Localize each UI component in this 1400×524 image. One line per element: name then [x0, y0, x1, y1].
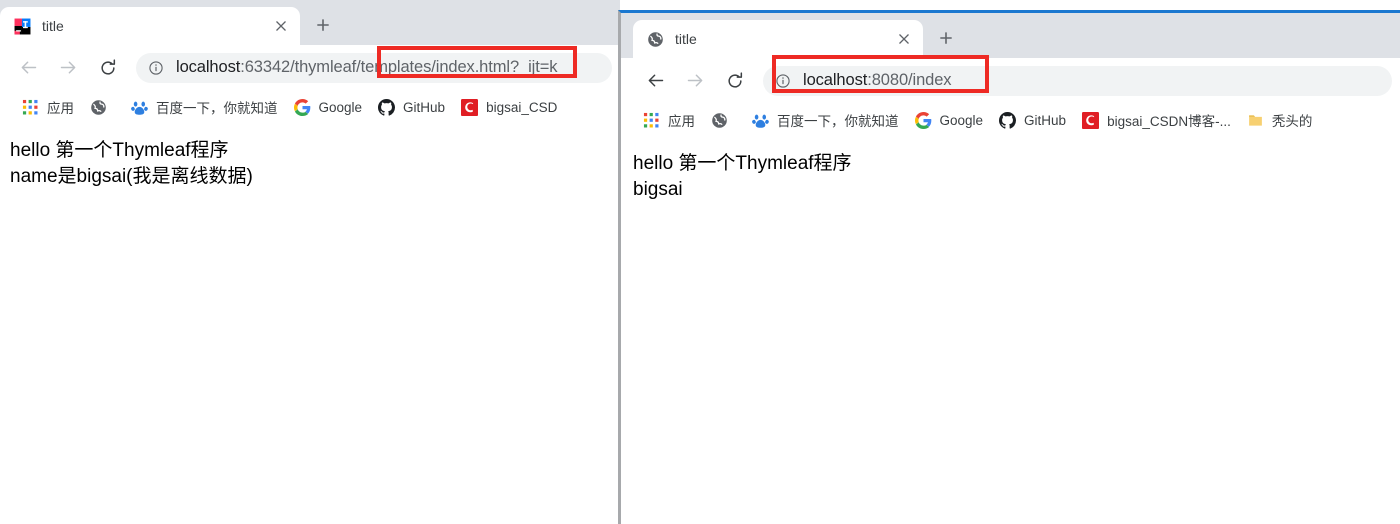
address-bar-left[interactable]: localhost:63342/thymleaf/templates/index…: [136, 52, 612, 83]
bookmarks-bar-left: 应用 百度一下，你就知道 Google GitHub bigsai_CSD: [0, 90, 620, 124]
bookmark-apps[interactable]: 应用: [14, 94, 82, 120]
bookmark-globe[interactable]: [703, 107, 744, 133]
reload-button[interactable]: [719, 65, 751, 97]
browser-window-right: title localhost:8080/index 应用 百度一下，你就知道 …: [618, 10, 1400, 524]
url-path-right: :8080/index: [867, 71, 952, 89]
page-line-2: name是bigsai(我是离线数据): [10, 166, 253, 187]
reload-icon: [101, 58, 116, 75]
bookmark-google[interactable]: Google: [286, 94, 371, 120]
toolbar-left: localhost:63342/thymleaf/templates/index…: [0, 45, 620, 90]
url-host-right: localhost: [803, 71, 868, 89]
url-host-left: localhost: [176, 58, 241, 76]
browser-window-left: title localhost:63342/thymleaf/templates…: [0, 0, 620, 524]
reload-button[interactable]: [92, 52, 124, 84]
plus-icon: [317, 19, 329, 31]
url-text-left: localhost:63342/thymleaf/templates/index…: [176, 58, 558, 77]
baidu-icon: [752, 112, 769, 129]
reload-icon: [728, 71, 743, 88]
bookmark-label: Google: [939, 112, 984, 128]
globe-icon: [647, 31, 664, 48]
info-circle-icon[interactable]: [146, 58, 166, 78]
csdn-icon: [461, 98, 479, 116]
bookmark-label: Google: [318, 99, 363, 115]
bookmark-google[interactable]: Google: [907, 107, 992, 133]
bookmark-label: 百度一下，你就知道: [777, 114, 899, 129]
bookmark-baidu[interactable]: 百度一下，你就知道: [123, 94, 286, 120]
page-content-right: hello 第一个Thymleaf程序 bigsai: [621, 137, 1400, 517]
forward-arrow-icon: [60, 61, 75, 74]
close-icon[interactable]: [268, 13, 294, 39]
forward-button[interactable]: [52, 52, 84, 84]
baidu-icon: [131, 99, 148, 116]
bookmark-label: 百度一下，你就知道: [156, 101, 278, 116]
toolbar-right: localhost:8080/index: [621, 58, 1400, 103]
tab-right-title[interactable]: title: [633, 20, 923, 58]
csdn-icon: [1082, 111, 1100, 129]
info-circle-icon[interactable]: [773, 71, 793, 91]
bookmarks-bar-right: 应用 百度一下，你就知道 Google GitHub bigsai_CSDN博客…: [621, 103, 1400, 137]
back-arrow-icon: [648, 74, 663, 87]
forward-arrow-icon: [687, 74, 702, 87]
bookmark-label: 秃头的: [1271, 114, 1313, 129]
bookmark-csdn[interactable]: bigsai_CSD: [453, 94, 565, 120]
url-path-left: :63342/thymleaf/templates/index.html?_ij…: [240, 58, 558, 76]
bookmark-globe[interactable]: [82, 94, 123, 120]
bookmark-label: bigsai_CSD: [486, 99, 558, 115]
url-text-right: localhost:8080/index: [803, 71, 952, 90]
bookmark-label: 应用: [47, 101, 74, 116]
new-tab-button[interactable]: [306, 8, 340, 42]
tab-left-title[interactable]: title: [0, 7, 300, 45]
bookmark-label: 应用: [668, 114, 695, 129]
page-line-1: hello 第一个Thymleaf程序: [10, 140, 229, 161]
bookmark-baidu[interactable]: 百度一下，你就知道: [744, 107, 907, 133]
tab-strip-left: title: [0, 0, 620, 45]
page-line-2: bigsai: [633, 179, 683, 200]
tab-right-label: title: [675, 31, 697, 47]
intellij-idea-icon: [14, 18, 31, 35]
page-content-left: hello 第一个Thymleaf程序 name是bigsai(我是离线数据): [0, 124, 620, 524]
bookmark-label: GitHub: [403, 99, 446, 115]
bookmark-csdn[interactable]: bigsai_CSDN博客-...: [1074, 107, 1239, 133]
google-icon: [293, 98, 311, 116]
plus-icon: [940, 32, 952, 44]
google-icon: [914, 111, 932, 129]
github-icon: [999, 111, 1017, 129]
address-bar-right[interactable]: localhost:8080/index: [763, 65, 1392, 96]
bookmark-label: GitHub: [1024, 112, 1067, 128]
folder-icon: [1247, 112, 1264, 129]
back-button[interactable]: [639, 65, 671, 97]
forward-button[interactable]: [679, 65, 711, 97]
apps-grid-icon: [643, 112, 660, 129]
bookmark-apps[interactable]: 应用: [635, 107, 703, 133]
globe-icon: [90, 99, 107, 116]
bookmark-github[interactable]: GitHub: [991, 107, 1074, 133]
page-line-1: hello 第一个Thymleaf程序: [633, 153, 852, 174]
back-arrow-icon: [21, 61, 36, 74]
globe-icon: [711, 112, 728, 129]
bookmark-github[interactable]: GitHub: [370, 94, 453, 120]
new-tab-button[interactable]: [929, 21, 963, 55]
github-icon: [378, 98, 396, 116]
apps-grid-icon: [22, 99, 39, 116]
bookmark-folder[interactable]: 秃头的: [1239, 107, 1321, 133]
close-icon[interactable]: [891, 26, 917, 52]
tab-left-label: title: [42, 18, 64, 34]
tab-strip-right: title: [621, 13, 1400, 58]
back-button[interactable]: [12, 52, 44, 84]
bookmark-label: bigsai_CSDN博客-...: [1107, 114, 1231, 129]
